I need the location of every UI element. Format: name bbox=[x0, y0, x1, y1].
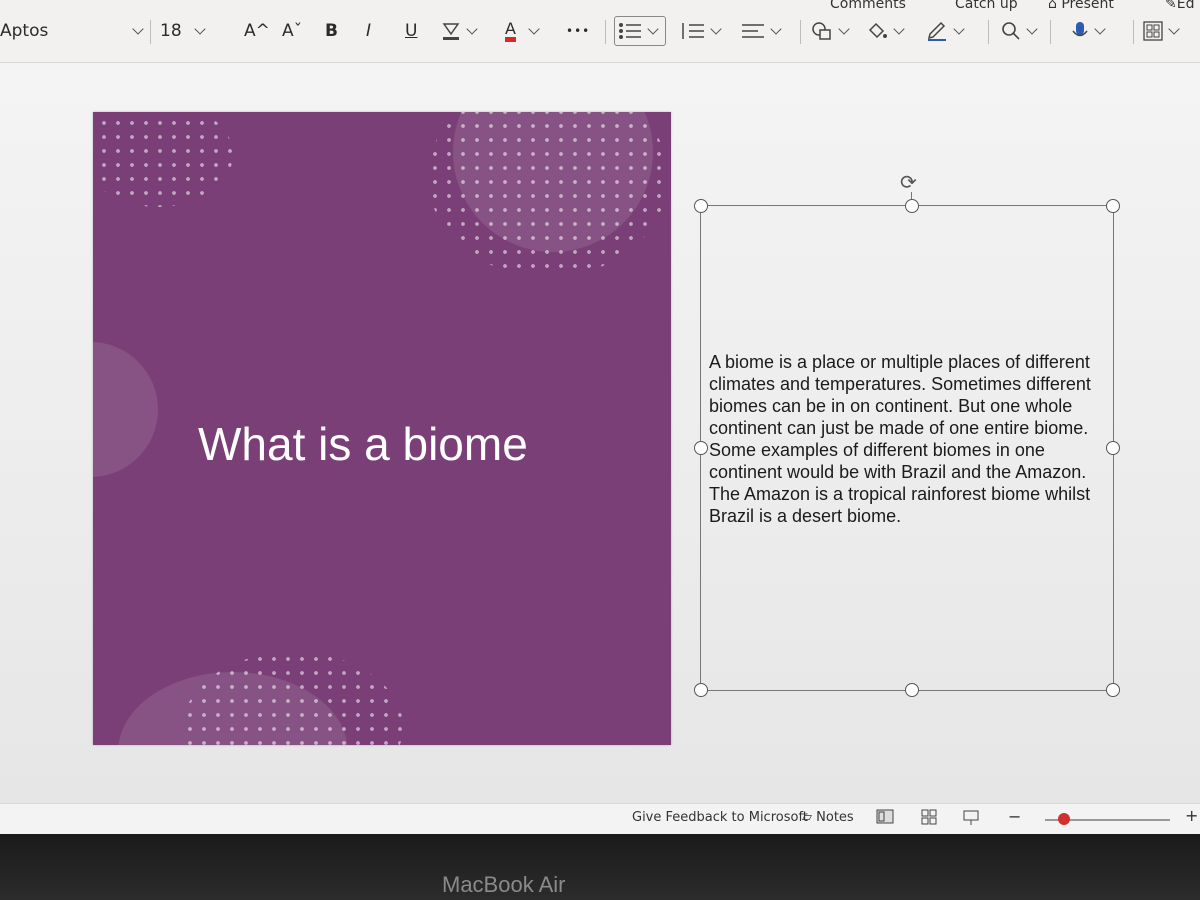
grow-font-button[interactable]: A^ bbox=[244, 18, 270, 44]
chevron-down-icon bbox=[132, 23, 144, 35]
font-name-dropdown[interactable]: Aptos bbox=[0, 18, 48, 44]
align-button[interactable] bbox=[740, 18, 786, 44]
zoom-out-button[interactable]: − bbox=[1008, 807, 1021, 826]
resize-handle-top[interactable] bbox=[905, 199, 919, 213]
bullets-icon bbox=[619, 23, 641, 39]
chevron-down-icon bbox=[770, 23, 782, 35]
bullets-button[interactable] bbox=[614, 16, 666, 46]
align-icon bbox=[742, 24, 764, 38]
resize-handle-bottom-right[interactable] bbox=[1106, 683, 1120, 697]
designer-icon bbox=[927, 21, 946, 41]
decorative-dots bbox=[93, 112, 233, 207]
shape-fill-button[interactable] bbox=[865, 18, 909, 44]
comments-button[interactable]: Comments bbox=[830, 0, 906, 12]
highlight-button[interactable] bbox=[440, 18, 482, 44]
font-name-chevron[interactable] bbox=[128, 18, 148, 44]
laptop-bezel: MacBook Air bbox=[0, 834, 1200, 900]
rotate-icon[interactable]: ⟳ bbox=[900, 172, 920, 192]
dictate-icon bbox=[1072, 22, 1088, 37]
slideshow-icon bbox=[963, 810, 979, 825]
slide[interactable]: What is a biome bbox=[93, 112, 671, 745]
chevron-down-icon bbox=[1168, 23, 1180, 35]
divider bbox=[800, 20, 801, 44]
notes-button[interactable]: ▱ Notes bbox=[802, 810, 854, 825]
chevron-down-icon bbox=[528, 23, 540, 35]
normal-view-button[interactable] bbox=[876, 808, 894, 830]
slide-title[interactable]: What is a biome bbox=[198, 417, 528, 471]
chevron-down-icon bbox=[193, 23, 206, 35]
search-button[interactable] bbox=[1000, 18, 1042, 44]
font-size-dropdown[interactable]: 18 bbox=[160, 18, 210, 44]
chevron-down-icon bbox=[1094, 23, 1106, 35]
divider bbox=[605, 20, 606, 44]
dictate-button[interactable] bbox=[1070, 18, 1110, 44]
font-color-letter: A bbox=[505, 20, 516, 42]
resize-handle-left[interactable] bbox=[694, 441, 708, 455]
shrink-font-button[interactable]: Aˇ bbox=[282, 18, 302, 44]
text-box[interactable]: A biome is a place or multiple places of… bbox=[700, 205, 1114, 691]
zoom-in-button[interactable]: + bbox=[1185, 806, 1198, 825]
chevron-down-icon bbox=[1026, 23, 1038, 35]
divider bbox=[1133, 20, 1134, 44]
divider bbox=[1050, 20, 1051, 44]
slide-sorter-icon bbox=[921, 809, 937, 825]
bold-button[interactable]: B bbox=[325, 18, 338, 44]
divider bbox=[150, 20, 151, 44]
decorative-shape bbox=[93, 342, 158, 477]
pencil-icon: ✎ bbox=[1165, 0, 1177, 12]
notes-icon: ▱ bbox=[802, 810, 817, 825]
slide-sorter-button[interactable] bbox=[920, 808, 938, 830]
font-color-button[interactable]: A bbox=[505, 18, 544, 44]
font-name-value: Aptos bbox=[0, 21, 49, 41]
underline-button[interactable]: U bbox=[405, 18, 417, 44]
device-label: MacBook Air bbox=[442, 872, 566, 897]
divider bbox=[988, 20, 989, 44]
highlighter-icon bbox=[442, 23, 460, 40]
resize-handle-bottom[interactable] bbox=[905, 683, 919, 697]
shapes-button[interactable] bbox=[810, 18, 854, 44]
view-button[interactable] bbox=[1142, 18, 1184, 44]
edit-button[interactable]: ✎Ed bbox=[1165, 0, 1194, 12]
catch-up-button[interactable]: Catch up bbox=[955, 0, 1018, 12]
numbering-button[interactable] bbox=[680, 18, 726, 44]
chevron-down-icon bbox=[647, 23, 659, 35]
present-button[interactable]: ⌂ Present bbox=[1048, 0, 1114, 12]
search-icon bbox=[1002, 22, 1020, 40]
slideshow-button[interactable] bbox=[962, 808, 980, 830]
decorative-dots bbox=[428, 112, 668, 277]
feedback-link[interactable]: Give Feedback to Microsoft bbox=[632, 810, 808, 825]
text-box-content[interactable]: A biome is a place or multiple places of… bbox=[709, 351, 1104, 527]
decorative-dots bbox=[183, 652, 403, 745]
ribbon-toolbar: Comments Catch up ⌂ Present ✎Ed Aptos 18… bbox=[0, 0, 1200, 63]
designer-button[interactable] bbox=[925, 18, 969, 44]
zoom-slider-thumb[interactable] bbox=[1057, 813, 1070, 825]
chevron-down-icon bbox=[893, 23, 905, 35]
resize-handle-top-right[interactable] bbox=[1106, 199, 1120, 213]
chevron-down-icon bbox=[953, 23, 965, 35]
chevron-down-icon bbox=[466, 23, 478, 35]
normal-view-icon bbox=[876, 809, 894, 824]
more-options-button[interactable]: ••• bbox=[566, 18, 590, 44]
status-bar: Give Feedback to Microsoft ▱ Notes − + bbox=[0, 803, 1200, 834]
italic-button[interactable]: I bbox=[366, 18, 371, 44]
view-icon bbox=[1143, 21, 1163, 41]
chevron-down-icon bbox=[838, 23, 850, 35]
shapes-icon bbox=[812, 22, 831, 40]
fill-icon bbox=[868, 22, 887, 39]
resize-handle-top-left[interactable] bbox=[694, 199, 708, 213]
font-size-value: 18 bbox=[160, 21, 182, 41]
present-icon: ⌂ bbox=[1048, 0, 1062, 12]
numbering-icon bbox=[682, 23, 704, 39]
resize-handle-bottom-left[interactable] bbox=[694, 683, 708, 697]
chevron-down-icon bbox=[710, 23, 722, 35]
resize-handle-right[interactable] bbox=[1106, 441, 1120, 455]
